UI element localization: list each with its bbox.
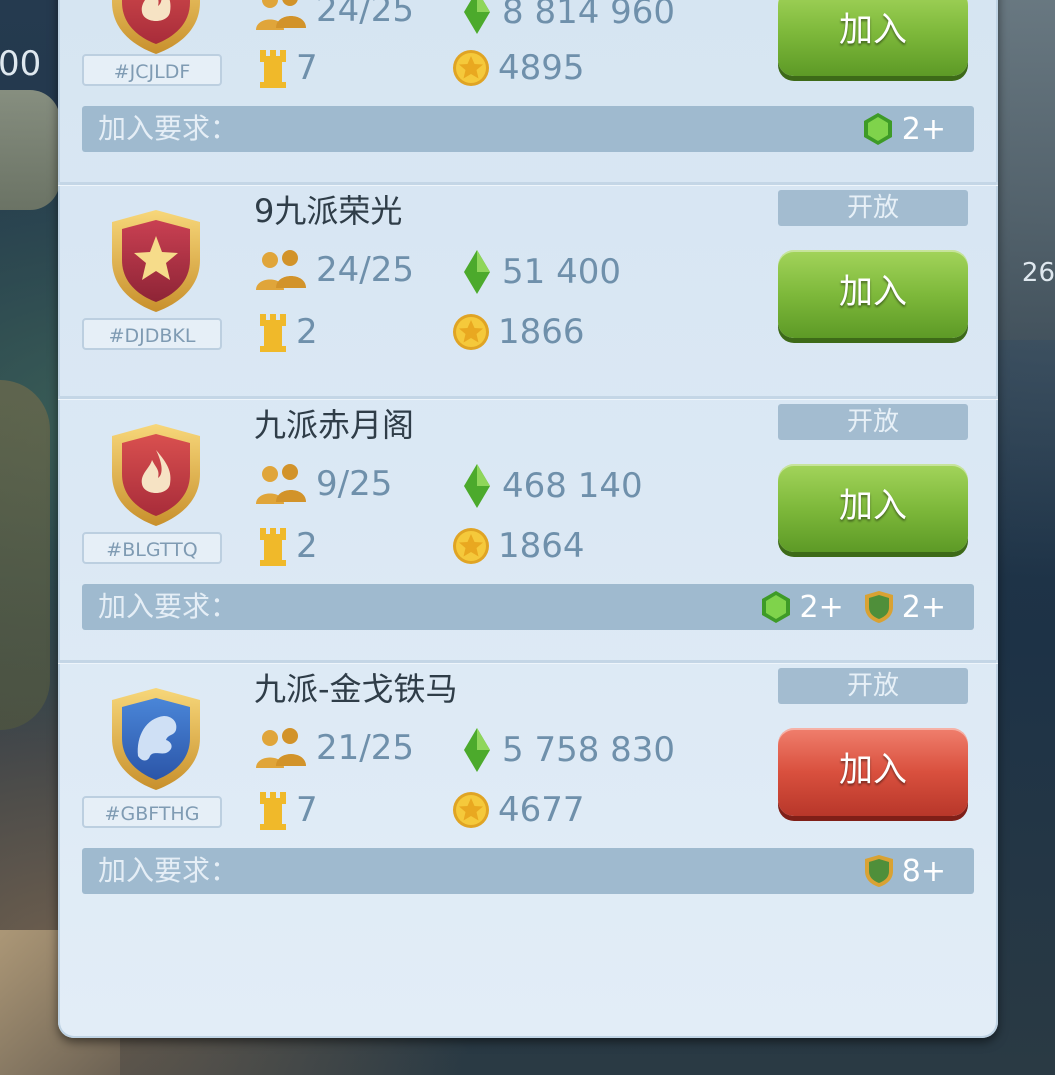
green-crystal-icon — [464, 728, 490, 772]
club-name: 九派赤月阁 — [254, 406, 415, 444]
club-tag[interactable]: #BLGTTQ — [82, 532, 222, 564]
level-stat: 7 — [258, 790, 318, 830]
star-coin-icon — [453, 528, 489, 564]
requirement-value: 2+ — [901, 589, 946, 625]
level-stat: 7 — [258, 48, 318, 88]
members-value: 24/25 — [316, 250, 414, 290]
tower-icon — [260, 50, 286, 88]
members-value: 9/25 — [316, 464, 393, 504]
star-coin-icon — [453, 50, 489, 86]
requirement-value: 8+ — [901, 853, 946, 889]
star-emblem-icon — [112, 210, 200, 312]
score-value: 8 814 960 — [502, 0, 676, 32]
requirement-value: 2+ — [901, 111, 946, 147]
stars-stat: 1866 — [452, 312, 585, 352]
requirements-list: 2+ — [862, 106, 946, 152]
club-list-panel[interactable]: #JCJLDF 24/25 8 814 960 7 4895 加入 加入要求： … — [58, 0, 998, 1038]
score-stat: 5 758 830 — [460, 726, 675, 774]
stars-stat: 4895 — [452, 48, 585, 88]
stars-value: 1866 — [498, 312, 585, 352]
members-icon — [256, 464, 306, 504]
requirements-label: 加入要求： — [98, 590, 239, 623]
requirement-item: 2+ — [862, 112, 946, 147]
members-icon — [256, 0, 306, 30]
score-stat: 8 814 960 — [460, 0, 675, 36]
members-stat: 9/25 — [254, 462, 392, 506]
green-crystal-icon — [464, 0, 490, 34]
level-stat: 2 — [258, 526, 318, 566]
requirement-item: 2+ — [760, 590, 844, 625]
tower-icon — [260, 528, 286, 566]
flame-emblem-icon — [112, 424, 200, 526]
requirement-item: 8+ — [864, 854, 946, 889]
level-value: 2 — [296, 312, 318, 352]
club-list-item: #JCJLDF 24/25 8 814 960 7 4895 加入 加入要求： … — [58, 0, 998, 164]
status-badge: 开放 — [778, 668, 968, 704]
status-badge: 开放 — [778, 190, 968, 226]
background-beach — [0, 90, 60, 210]
background-right-number: 26 — [1021, 258, 1055, 288]
members-value: 21/25 — [316, 728, 414, 768]
club-tag[interactable]: #DJDBKL — [82, 318, 222, 350]
stars-stat: 4677 — [452, 790, 585, 830]
background-left-number: 00 — [0, 44, 42, 84]
background-island — [0, 380, 50, 730]
stars-value: 4895 — [498, 48, 585, 88]
green-hex-icon — [761, 591, 790, 623]
members-icon — [256, 250, 306, 290]
join-button[interactable]: 加入 — [778, 0, 968, 76]
lion-emblem-icon — [112, 688, 200, 790]
join-button[interactable]: 加入 — [778, 464, 968, 552]
star-coin-icon — [453, 314, 489, 350]
flame-emblem-icon — [112, 0, 200, 54]
level-value: 2 — [296, 526, 318, 566]
club-list-item: #BLGTTQ 九派赤月阁 9/25 468 140 2 1864 开放 加入 … — [58, 400, 998, 660]
stars-value: 4677 — [498, 790, 585, 830]
requirements-list: 2+ 2+ — [760, 584, 946, 630]
requirements-label: 加入要求： — [98, 854, 239, 887]
club-name: 9九派荣光 — [254, 192, 403, 230]
background-city — [995, 0, 1055, 340]
club-list-item: #DJDBKL 9九派荣光 24/25 51 400 2 1866 开放 加入 — [58, 186, 998, 396]
members-icon — [256, 728, 306, 768]
requirements-label: 加入要求： — [98, 112, 239, 145]
green-crystal-icon — [464, 464, 490, 508]
stars-stat: 1864 — [452, 526, 585, 566]
gold-shield-icon — [864, 591, 893, 623]
level-value: 7 — [296, 790, 318, 830]
score-stat: 51 400 — [460, 248, 621, 296]
tower-icon — [260, 314, 286, 352]
requirements-list: 8+ — [864, 848, 946, 894]
members-value: 24/25 — [316, 0, 414, 30]
level-value: 7 — [296, 48, 318, 88]
requirement-item: 2+ — [864, 590, 946, 625]
requirement-value: 2+ — [799, 589, 844, 625]
score-stat: 468 140 — [460, 462, 643, 510]
join-requirements-bar: 加入要求： 8+ — [82, 848, 974, 894]
level-stat: 2 — [258, 312, 318, 352]
green-crystal-icon — [464, 250, 490, 294]
club-tag[interactable]: #GBFTHG — [82, 796, 222, 828]
score-value: 5 758 830 — [502, 730, 676, 770]
join-button[interactable]: 加入 — [778, 728, 968, 816]
score-value: 51 400 — [502, 252, 621, 292]
gold-shield-icon — [864, 855, 893, 887]
club-list-item: #GBFTHG 九派-金戈铁马 21/25 5 758 830 7 4677 开… — [58, 664, 998, 924]
status-badge: 开放 — [778, 404, 968, 440]
join-button[interactable]: 加入 — [778, 250, 968, 338]
join-requirements-bar: 加入要求： 2+ — [82, 106, 974, 152]
star-coin-icon — [453, 792, 489, 828]
green-hex-icon — [863, 113, 892, 145]
members-stat: 24/25 — [254, 0, 414, 32]
score-value: 468 140 — [502, 466, 643, 506]
stars-value: 1864 — [498, 526, 585, 566]
tower-icon — [260, 792, 286, 830]
members-stat: 24/25 — [254, 248, 414, 292]
join-requirements-bar: 加入要求： 2+ 2+ — [82, 584, 974, 630]
club-tag[interactable]: #JCJLDF — [82, 54, 222, 86]
club-name: 九派-金戈铁马 — [254, 670, 458, 708]
members-stat: 21/25 — [254, 726, 414, 770]
